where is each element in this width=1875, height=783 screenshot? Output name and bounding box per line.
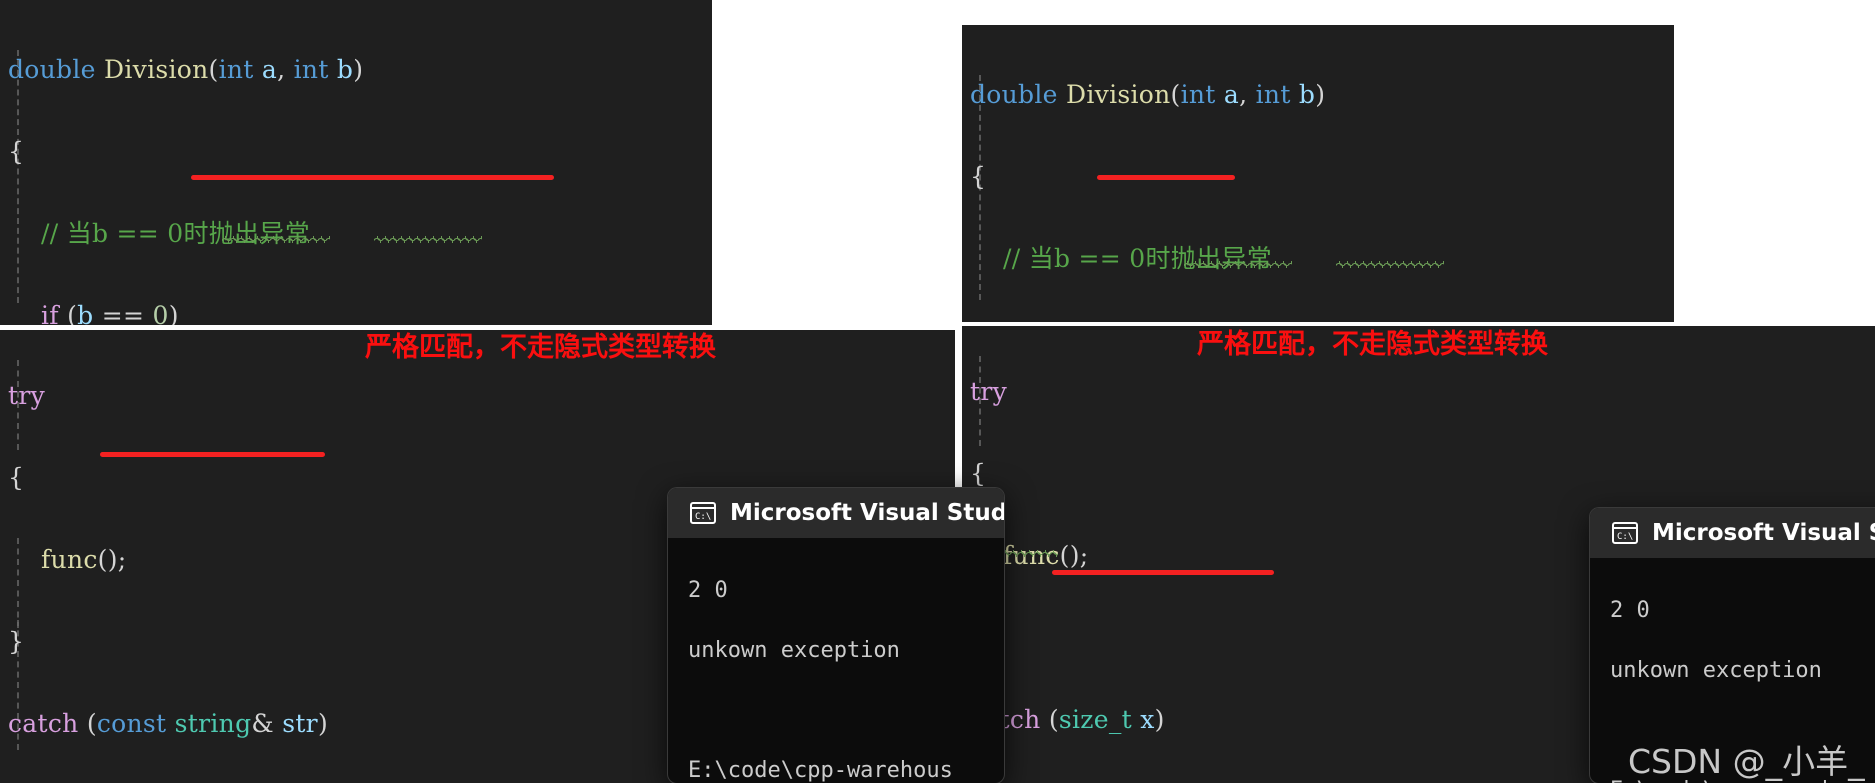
token-brace: } <box>8 627 25 656</box>
red-underline-catch <box>100 452 325 457</box>
svg-text:C:\: C:\ <box>1617 532 1633 542</box>
token-control: if <box>41 301 59 325</box>
console-line: unkown exception <box>688 638 900 663</box>
token-control: catch <box>8 709 79 738</box>
token-number: 0 <box>152 301 169 325</box>
token-keyword: int <box>293 55 329 84</box>
code-line: try <box>970 371 1875 412</box>
console-line: E:\code\cpp-warehous <box>688 758 953 783</box>
token-punct: ) <box>317 709 328 738</box>
console-title: Microsoft Visual Stud <box>730 500 1004 526</box>
token-punct: , <box>277 55 286 84</box>
token-punct: ( <box>67 301 78 325</box>
token-punct: (); <box>97 545 127 574</box>
code-line: try <box>8 375 955 416</box>
token-function-name: Division <box>1066 80 1171 109</box>
token-punct: ) <box>1315 80 1326 109</box>
token-identifier: b <box>336 55 354 84</box>
code-top-left: double Division(int a, int b) { // 当b ==… <box>0 0 712 325</box>
token-keyword: double <box>8 55 96 84</box>
token-punct: ( <box>86 709 97 738</box>
svg-text:C:\: C:\ <box>695 512 711 522</box>
token-keyword: const <box>96 709 167 738</box>
code-panel-top-right: double Division(int a, int b) { // 当b ==… <box>962 25 1674 322</box>
token-type: string <box>174 709 252 738</box>
token-punct: ) <box>1154 705 1165 734</box>
code-line: double Division(int a, int b) <box>970 74 1674 115</box>
console-title: Microsoft Visual Stud <box>1652 520 1875 546</box>
red-underline-throw <box>1097 175 1235 180</box>
red-underline-catch <box>1052 570 1274 575</box>
console-titlebar[interactable]: C:\ Microsoft Visual Stud <box>668 488 1004 538</box>
token-identifier: a <box>1223 80 1240 109</box>
token-function-name: Division <box>104 55 209 84</box>
console-line: unkown exception <box>1610 658 1822 683</box>
csdn-watermark: CSDN @_小羊_ <box>1628 742 1865 781</box>
token-identifier: b <box>77 301 94 325</box>
error-squiggle <box>1184 261 1292 268</box>
token-brace: { <box>8 463 25 492</box>
token-punct: (); <box>1059 541 1089 570</box>
token-keyword: int <box>218 55 254 84</box>
command-prompt-icon: C:\ <box>690 501 716 525</box>
code-line: // 当b == 0时抛出异常 <box>8 213 712 254</box>
token-identifier: str <box>282 709 318 738</box>
token-punct: ) <box>168 301 179 325</box>
red-underline-throw <box>191 175 554 180</box>
token-control: try <box>8 381 46 410</box>
token-brace: { <box>8 137 25 166</box>
token-control: try <box>970 377 1008 406</box>
error-squiggle <box>374 236 482 243</box>
code-line: if (b == 0) <box>8 295 712 325</box>
token-keyword: int <box>1255 80 1291 109</box>
code-line: // 当b == 0时抛出异常 <box>970 238 1674 279</box>
token-identifier: x <box>1140 705 1155 734</box>
token-comment: // 当b == 0时抛出异常 <box>1003 244 1272 273</box>
token-operator: == <box>101 301 145 325</box>
token-brace: { <box>970 459 987 488</box>
token-function-name: func <box>41 545 98 574</box>
console-window-left[interactable]: C:\ Microsoft Visual Stud 2 0 unkown exc… <box>668 488 1004 783</box>
token-punct: , <box>1239 80 1248 109</box>
token-comment: // 当b == 0时抛出异常 <box>41 219 310 248</box>
error-squiggle <box>1336 261 1444 268</box>
code-top-right: double Division(int a, int b) { // 当b ==… <box>962 25 1674 322</box>
token-keyword: double <box>970 80 1058 109</box>
token-identifier: a <box>261 55 278 84</box>
token-keyword: int <box>1180 80 1216 109</box>
code-line: { <box>8 131 712 172</box>
token-punct: ( <box>1048 705 1059 734</box>
token-identifier: b <box>1298 80 1316 109</box>
code-line: { <box>970 453 1875 494</box>
token-punct: & <box>251 709 274 738</box>
command-prompt-icon: C:\ <box>1612 521 1638 545</box>
error-squiggle <box>222 236 330 243</box>
annotation-strict-match: 严格匹配，不走隐式类型转换 <box>1197 329 1548 360</box>
token-punct: ( <box>1170 80 1181 109</box>
token-brace: { <box>970 162 987 191</box>
code-panel-top-left: double Division(int a, int b) { // 当b ==… <box>0 0 712 325</box>
code-line: { <box>970 156 1674 197</box>
console-output: 2 0 unkown exception E:\code\cpp-warehou… <box>668 538 1004 783</box>
code-line: double Division(int a, int b) <box>8 49 712 90</box>
token-punct: ( <box>208 55 219 84</box>
code-line: if (b == 0) <box>970 320 1674 322</box>
annotation-strict-match: 严格匹配，不走隐式类型转换 <box>365 332 716 363</box>
console-line: 2 0 <box>688 578 728 603</box>
console-line: 2 0 <box>1610 598 1650 623</box>
console-titlebar[interactable]: C:\ Microsoft Visual Stud <box>1590 508 1875 558</box>
token-type: size_t <box>1058 705 1133 734</box>
token-punct: ) <box>353 55 364 84</box>
